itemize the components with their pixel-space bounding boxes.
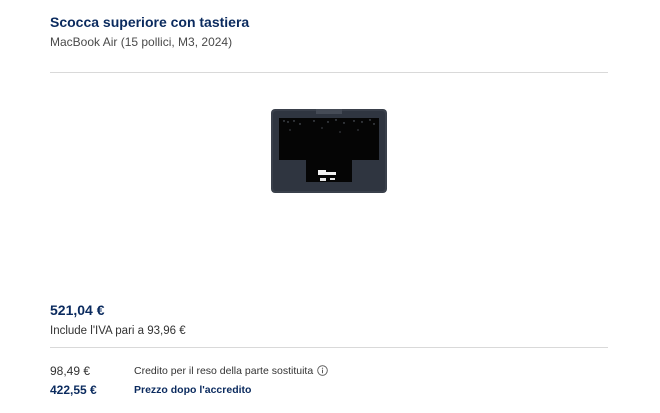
vat-note: Include l'IVA pari a 93,96 € xyxy=(50,325,186,337)
info-icon[interactable] xyxy=(317,365,328,376)
top-divider xyxy=(50,72,608,73)
product-subtitle: MacBook Air (15 pollici, M3, 2024) xyxy=(50,35,233,49)
net-amount: 422,55 € xyxy=(50,383,97,397)
bottom-divider xyxy=(50,347,608,348)
product-image xyxy=(270,108,388,194)
net-label: Prezzo dopo l'accredito xyxy=(134,384,252,396)
product-title: Scocca superiore con tastiera xyxy=(50,14,250,30)
credit-amount: 98,49 € xyxy=(50,364,91,378)
credit-label: Credito per il reso della parte sostitui… xyxy=(134,365,314,377)
price: 521,04 € xyxy=(50,302,105,318)
